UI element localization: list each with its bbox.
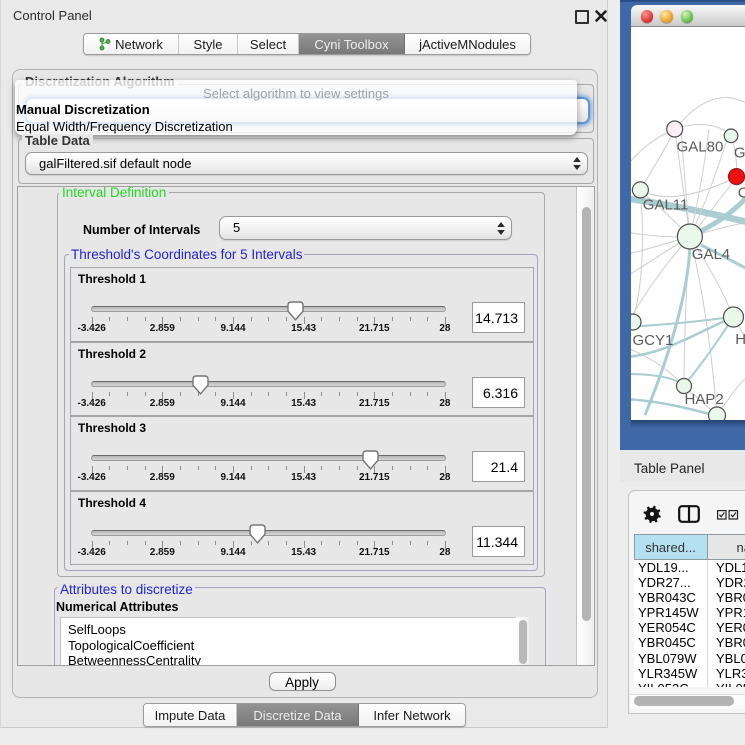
svg-text:GA: GA bbox=[734, 145, 745, 162]
svg-text:GAL80: GAL80 bbox=[677, 139, 724, 156]
svg-text:GCY1: GCY1 bbox=[633, 332, 674, 349]
svg-text:GAL11: GAL11 bbox=[643, 197, 689, 214]
svg-text:GAL4: GAL4 bbox=[692, 246, 730, 263]
svg-text:HA: HA bbox=[735, 331, 745, 348]
svg-text:HAP2: HAP2 bbox=[685, 391, 724, 408]
svg-text:CD: CD bbox=[738, 185, 745, 202]
